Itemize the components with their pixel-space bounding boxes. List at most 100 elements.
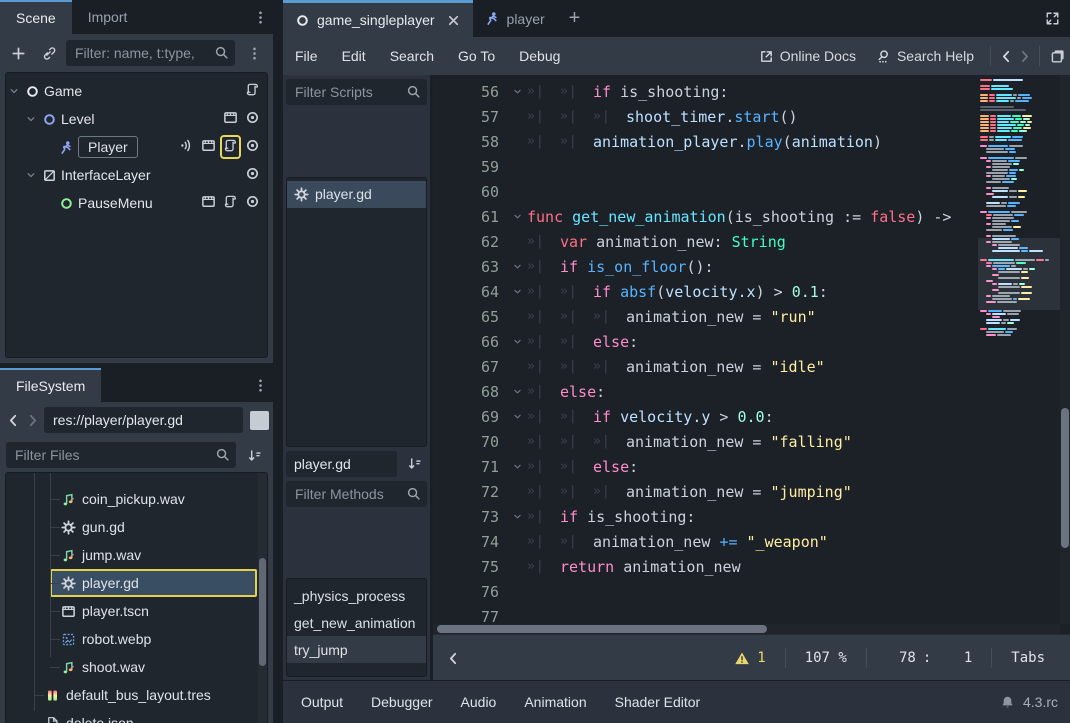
file-row[interactable]: jump.wav xyxy=(6,541,267,569)
file-list-scrollbar-handle[interactable] xyxy=(259,558,266,666)
notifications-bell-icon[interactable] xyxy=(1000,695,1015,710)
instance-scene-button[interactable] xyxy=(36,41,60,65)
movie-button[interactable] xyxy=(201,138,216,156)
movie-button[interactable] xyxy=(223,110,238,128)
code-line[interactable]: 67»|»|»|animation_new = "idle" xyxy=(433,354,980,379)
collapse-arrow-icon[interactable] xyxy=(23,113,39,125)
zoom-indicator[interactable]: 107 % xyxy=(792,650,860,666)
method-list-item[interactable]: try_jump xyxy=(287,636,426,663)
horizontal-scrollbar[interactable] xyxy=(433,624,1060,634)
fold-arrow-icon[interactable] xyxy=(507,411,527,422)
code-line[interactable]: 68»|else: xyxy=(433,379,980,404)
scene-panel-menu-button[interactable] xyxy=(247,0,273,34)
scene-options-button[interactable] xyxy=(241,46,267,61)
fold-arrow-icon[interactable] xyxy=(507,286,527,297)
fold-arrow-icon[interactable] xyxy=(507,336,527,347)
code-line[interactable]: 65»|»|»|animation_new = "run" xyxy=(433,304,980,329)
scene-node-row[interactable]: Level xyxy=(6,105,267,133)
script-button[interactable] xyxy=(245,82,260,100)
editor-tab-player[interactable]: player xyxy=(473,0,557,37)
file-row[interactable]: coin_pickup.wav xyxy=(6,485,267,513)
search-help-button[interactable]: Search Help xyxy=(866,48,984,64)
code-line[interactable]: 73»|if is_shooting: xyxy=(433,504,980,529)
script-list-item[interactable]: player.gd xyxy=(287,181,426,208)
tab-filesystem[interactable]: FileSystem xyxy=(0,368,101,402)
code-editor[interactable]: 56»|»|if is_shooting:57»|»|»|shoot_timer… xyxy=(433,75,1070,634)
file-row[interactable]: player.gd xyxy=(50,569,257,597)
history-forward-button[interactable] xyxy=(25,408,40,432)
close-tab-icon[interactable] xyxy=(446,13,461,28)
horizontal-scrollbar-handle[interactable] xyxy=(437,625,767,633)
scene-node-row[interactable]: Player xyxy=(6,133,267,161)
indent-mode-indicator[interactable]: Tabs xyxy=(998,650,1058,666)
code-line[interactable]: 59 xyxy=(433,154,980,179)
node-name[interactable]: Player xyxy=(78,136,138,158)
fold-arrow-icon[interactable] xyxy=(507,86,527,97)
code-line[interactable]: 56»|»|if is_shooting: xyxy=(433,79,980,104)
bottom-panel-audio[interactable]: Audio xyxy=(447,694,511,710)
vertical-scrollbar-handle[interactable] xyxy=(1061,408,1069,548)
file-row[interactable]: delete.json xyxy=(6,709,267,723)
visibility-button[interactable] xyxy=(245,138,260,156)
version-label[interactable]: 4.3.rc xyxy=(1023,694,1058,710)
script-button[interactable] xyxy=(223,194,238,212)
visibility-button[interactable] xyxy=(245,166,260,184)
code-line[interactable]: 60 xyxy=(433,179,980,204)
tab-scene[interactable]: Scene xyxy=(0,0,72,34)
bottom-panel-output[interactable]: Output xyxy=(287,694,357,710)
menu-edit[interactable]: Edit xyxy=(330,48,378,64)
editor-tab-game_singleplayer[interactable]: game_singleplayer xyxy=(283,0,473,37)
make-floating-button[interactable] xyxy=(1046,44,1070,68)
menu-search[interactable]: Search xyxy=(378,48,446,64)
script-sort-button[interactable] xyxy=(401,451,427,477)
scene-node-row[interactable]: Game xyxy=(6,77,267,105)
code-line[interactable]: 66»|»|else: xyxy=(433,329,980,354)
history-back-button[interactable] xyxy=(6,408,21,432)
file-filter-input[interactable] xyxy=(6,442,236,468)
scene-filter-input[interactable] xyxy=(66,40,235,66)
vertical-scrollbar[interactable] xyxy=(1060,75,1070,624)
file-row[interactable]: gun.gd xyxy=(6,513,267,541)
code-line[interactable]: 72»|»|»|animation_new = "jumping" xyxy=(433,479,980,504)
visibility-button[interactable] xyxy=(245,110,260,128)
code-line[interactable]: 69»|»|if velocity.y > 0.0: xyxy=(433,404,980,429)
menu-go-to[interactable]: Go To xyxy=(446,48,507,64)
visibility-button[interactable] xyxy=(245,194,260,212)
method-list-item[interactable]: _physics_process xyxy=(287,582,426,609)
script-history-back-button[interactable] xyxy=(997,44,1015,68)
code-line[interactable]: 61func get_new_animation(is_shooting := … xyxy=(433,204,980,229)
file-row[interactable]: robot.webp xyxy=(6,625,267,653)
bottom-panel-animation[interactable]: Animation xyxy=(510,694,600,710)
file-row[interactable]: default_bus_layout.tres xyxy=(6,681,267,709)
code-line[interactable]: 74»|»|animation_new += "_weapon" xyxy=(433,529,980,554)
add-node-button[interactable] xyxy=(6,41,30,65)
movie-button[interactable] xyxy=(201,194,216,212)
signal-button[interactable] xyxy=(179,138,194,156)
file-sort-button[interactable] xyxy=(241,442,267,468)
code-minimap[interactable] xyxy=(980,75,1058,622)
file-row[interactable]: shoot.wav xyxy=(6,653,267,681)
code-line[interactable]: 57»|»|»|shoot_timer.start() xyxy=(433,104,980,129)
file-list-scrollbar[interactable] xyxy=(258,473,267,723)
code-line[interactable]: 62»|var animation_new: String xyxy=(433,229,980,254)
code-line[interactable]: 64»|»|if absf(velocity.x) > 0.1: xyxy=(433,279,980,304)
scene-node-row[interactable]: PauseMenu xyxy=(6,189,267,217)
online-docs-button[interactable]: Online Docs xyxy=(749,48,866,64)
menu-file[interactable]: File xyxy=(283,48,330,64)
code-line[interactable]: 76 xyxy=(433,579,980,604)
filesystem-menu-button[interactable] xyxy=(247,368,273,402)
script-button[interactable] xyxy=(223,138,238,156)
fold-arrow-icon[interactable] xyxy=(507,511,527,522)
script-name-field[interactable] xyxy=(286,451,397,477)
toggle-scripts-panel-button[interactable] xyxy=(441,651,465,666)
bottom-panel-shader-editor[interactable]: Shader Editor xyxy=(601,694,715,710)
file-row[interactable]: player.tscn xyxy=(6,597,267,625)
fold-arrow-icon[interactable] xyxy=(507,461,527,472)
code-line[interactable]: 63»|if is_on_floor(): xyxy=(433,254,980,279)
code-line[interactable]: 70»|»|»|animation_new = "falling" xyxy=(433,429,980,454)
fold-arrow-icon[interactable] xyxy=(507,261,527,272)
bottom-panel-debugger[interactable]: Debugger xyxy=(357,694,447,710)
script-history-forward-button[interactable] xyxy=(1015,44,1033,68)
code-line[interactable]: 71»|»|else: xyxy=(433,454,980,479)
new-tab-button[interactable]: + xyxy=(557,0,593,37)
